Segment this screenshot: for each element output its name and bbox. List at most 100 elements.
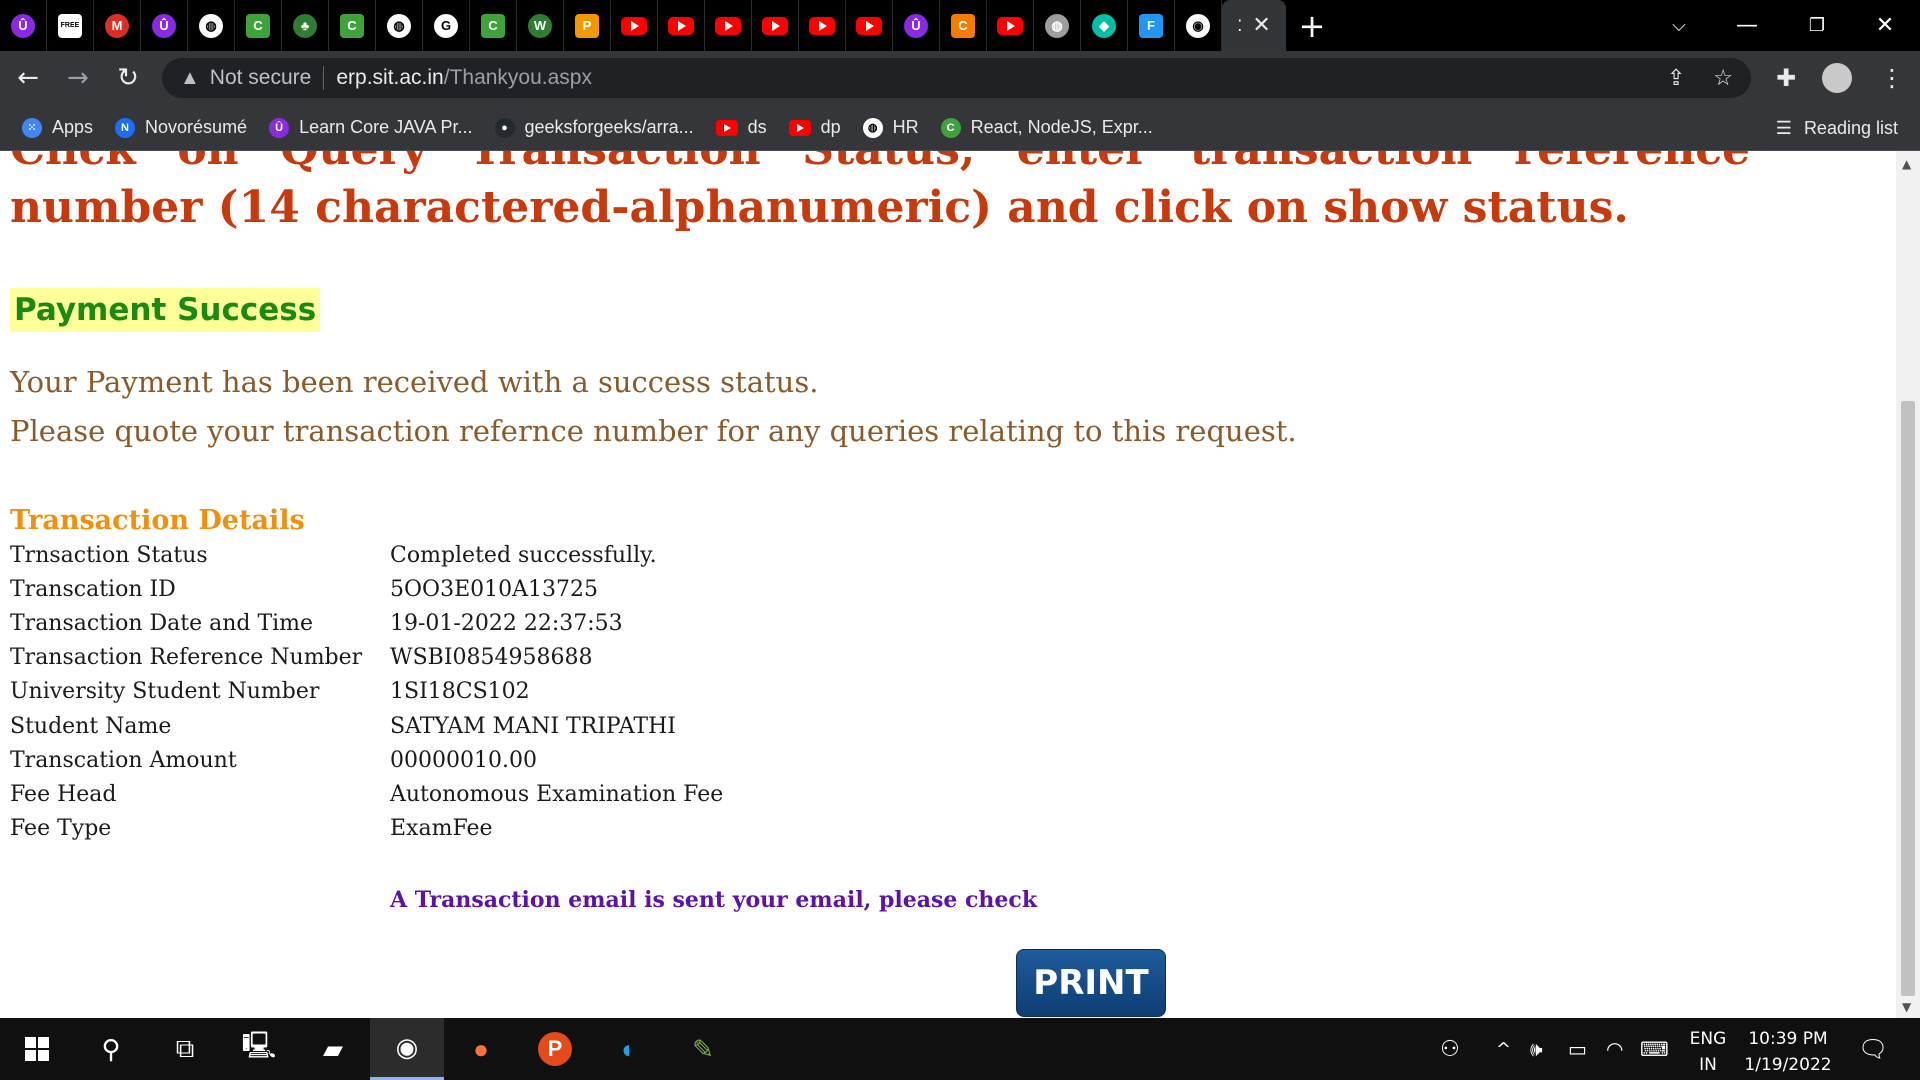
detail-row: Transaction Date and Time 19-01-2022 22:3… — [10, 611, 623, 645]
bookmark-item[interactable]: ds — [715, 117, 767, 138]
edge-icon[interactable]: ◐ — [592, 1018, 666, 1080]
input-language[interactable]: ENG IN — [1680, 1026, 1736, 1078]
windows-taskbar: ⚲ ⧉ 🖳 ▰ ◉ ● P ◐ ✎ — [0, 1018, 1920, 1080]
tab[interactable]: Û — [0, 0, 47, 51]
forward-button[interactable]: → — [56, 56, 100, 100]
reload-button[interactable]: ↻ — [106, 56, 150, 100]
bookmark-item[interactable]: ● geeksforgeeks/arra... — [494, 117, 694, 138]
bookmark-item[interactable]: Û Learn Core JAVA Pr... — [269, 117, 473, 138]
scrollbar-thumb[interactable] — [1901, 401, 1915, 996]
tab[interactable] — [799, 0, 846, 51]
people-icon[interactable]: ⚇ — [1440, 1018, 1460, 1080]
warning-icon[interactable]: ▲ — [180, 67, 200, 90]
bookmark-item[interactable]: dp — [788, 117, 841, 138]
youtube-icon — [715, 16, 741, 35]
c-leaf-icon: C — [940, 117, 961, 138]
url-path[interactable]: /Thankyou.aspx — [444, 66, 592, 90]
bookmark-label: Novorésumé — [145, 117, 248, 137]
tab[interactable] — [705, 0, 752, 51]
payment-success-badge: Payment Success — [10, 288, 321, 332]
page-scrollbar[interactable]: ▲ ▼ — [1896, 151, 1920, 1018]
clock[interactable]: 10:39 PM 1/19/2022 — [1738, 1026, 1838, 1078]
tab[interactable]: ◍ — [188, 0, 235, 51]
diamond-icon: ◆ — [1092, 13, 1116, 38]
bookmark-label: Learn Core JAVA Pr... — [299, 117, 473, 137]
tab[interactable]: C — [235, 0, 282, 51]
battery-icon[interactable]: ▭ — [1568, 1018, 1587, 1080]
bookmark-item[interactable]: N Novorésumé — [115, 117, 247, 138]
tab[interactable]: F — [1128, 0, 1175, 51]
youtube-icon — [715, 119, 738, 136]
notification-icon[interactable]: 🗨 — [1858, 1018, 1888, 1080]
close-window-button[interactable]: ✕ — [1850, 0, 1920, 51]
detail-label: Student Name — [10, 713, 172, 739]
tab[interactable]: C — [940, 0, 987, 51]
this-pc-icon[interactable]: 🖳 — [222, 1018, 296, 1080]
minimize-button[interactable]: — — [1712, 0, 1782, 51]
scroll-down-arrow-icon[interactable]: ▼ — [1902, 1000, 1911, 1014]
bookmark-label: React, NodeJS, Expr... — [970, 117, 1153, 137]
tab[interactable] — [846, 0, 893, 51]
tab[interactable]: P — [564, 0, 611, 51]
tab[interactable]: Û — [893, 0, 940, 51]
tab[interactable]: FREE — [47, 0, 94, 51]
tab[interactable]: ◉ — [1175, 0, 1222, 51]
tab-active[interactable]: ⁚ ✕ — [1222, 0, 1286, 51]
url-host[interactable]: erp.sit.ac.in — [336, 66, 443, 90]
profile-avatar[interactable] — [1822, 51, 1852, 105]
extensions-icon[interactable]: ✚ — [1776, 51, 1796, 105]
free-icon: FREE — [58, 13, 82, 38]
back-button[interactable]: ← — [6, 56, 50, 100]
tab[interactable]: ◍ — [1034, 0, 1081, 51]
keyboard-icon[interactable]: ⌨ — [1640, 1018, 1669, 1080]
detail-label: Transcation Amount — [10, 747, 237, 773]
notepad-icon[interactable]: ▰ — [296, 1018, 370, 1080]
tab[interactable]: Û — [141, 0, 188, 51]
detail-value: ExamFee — [390, 815, 493, 841]
tab[interactable]: G — [423, 0, 470, 51]
bookmark-item[interactable]: ⁙ Apps — [22, 117, 93, 138]
p-app-icon[interactable]: P — [518, 1018, 592, 1080]
tab[interactable] — [611, 0, 658, 51]
bookmark-star-icon[interactable]: ☆ — [1713, 65, 1733, 91]
tray-chevron-icon[interactable]: ^ — [1496, 1018, 1511, 1080]
menu-kebab-icon[interactable]: ⋮ — [1880, 51, 1904, 105]
task-view-icon[interactable]: ⧉ — [148, 1018, 222, 1080]
tab[interactable]: C — [470, 0, 517, 51]
tab-search-chevron-icon[interactable]: ⌵ — [1644, 0, 1714, 51]
start-windows-icon[interactable] — [0, 1018, 74, 1080]
c-leaf-icon: C — [481, 13, 505, 38]
quote-reference-message: Please quote your transaction refernce n… — [10, 414, 1297, 448]
search-icon[interactable]: ⚲ — [74, 1018, 148, 1080]
wifi-icon[interactable]: ◠ — [1606, 1018, 1623, 1080]
tab[interactable] — [752, 0, 799, 51]
volume-icon[interactable]: 🕪 — [1530, 1018, 1543, 1080]
print-button[interactable]: PRINT — [1016, 949, 1166, 1017]
new-tab-button[interactable]: + — [1286, 0, 1338, 51]
tab[interactable]: ◆ — [1081, 0, 1128, 51]
region-code: IN — [1699, 1055, 1717, 1075]
restore-button[interactable]: ❐ — [1782, 0, 1852, 51]
chrome-taskbar-icon[interactable]: ◉ — [370, 1018, 444, 1080]
w-icon: W — [528, 13, 552, 38]
tab[interactable]: C — [329, 0, 376, 51]
security-label[interactable]: Not secure — [210, 66, 312, 90]
tab[interactable]: ◍ — [376, 0, 423, 51]
bookmarks-bar: ⁙ Apps N Novorésumé Û Learn Core JAVA Pr... ● g… — [0, 105, 1920, 151]
tab[interactable]: W — [517, 0, 564, 51]
share-icon[interactable]: ⇪ — [1667, 65, 1685, 91]
bookmark-item[interactable]: ◍ HR — [862, 117, 919, 138]
address-bar[interactable]: ▲ Not secure erp.sit.ac.in /Thankyou.asp… — [162, 58, 1751, 98]
c-leaf-icon: C — [246, 13, 270, 38]
tab[interactable] — [658, 0, 705, 51]
tab[interactable]: ♣ — [282, 0, 329, 51]
bookmark-item[interactable]: C React, NodeJS, Expr... — [940, 117, 1153, 138]
detail-row: Transcation ID 5OO3E010A13725 — [10, 577, 598, 611]
reading-list-button[interactable]: ☰ Reading list — [1776, 105, 1898, 151]
tab[interactable] — [987, 0, 1034, 51]
close-tab-icon[interactable]: ✕ — [1252, 13, 1270, 38]
edit-app-icon[interactable]: ✎ — [666, 1018, 740, 1080]
scroll-up-arrow-icon[interactable]: ▲ — [1902, 157, 1911, 171]
firefox-icon[interactable]: ● — [444, 1018, 518, 1080]
tab[interactable]: M — [94, 0, 141, 51]
